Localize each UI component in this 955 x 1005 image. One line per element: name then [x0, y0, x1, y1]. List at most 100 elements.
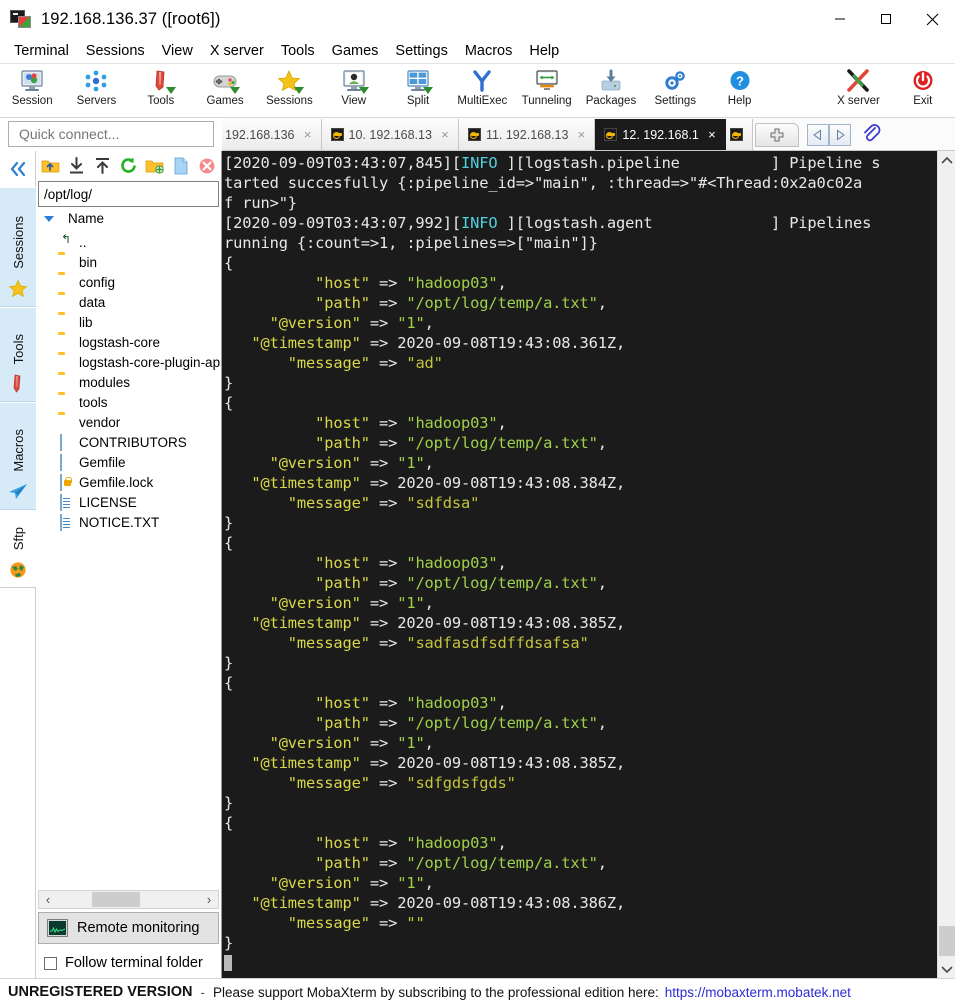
scrollbar-thumb[interactable]	[92, 892, 140, 907]
mobaxterm-link[interactable]: https://mobaxterm.mobatek.net	[665, 985, 851, 1000]
list-item[interactable]: Gemfile.lock	[36, 472, 221, 492]
remote-monitoring-button[interactable]: Remote monitoring	[38, 912, 219, 944]
tab-close-icon[interactable]: ×	[706, 127, 718, 142]
new-tab-button[interactable]	[754, 123, 799, 147]
list-item[interactable]: logstash-core	[36, 332, 221, 352]
tab-192-168-136[interactable]: 192.168.136 ×	[222, 119, 322, 150]
toolbar-help-button[interactable]: ? Help	[707, 65, 771, 117]
menu-macros[interactable]: Macros	[457, 41, 521, 61]
terminal-tab-bar: 192.168.136 × 10. 192.168.13 × 11. 192.1…	[222, 118, 955, 151]
new-file-button[interactable]	[170, 155, 191, 176]
list-item[interactable]: bin	[36, 252, 221, 272]
menu-help[interactable]: Help	[521, 41, 567, 61]
terminal-text: =>	[369, 574, 407, 592]
follow-terminal-folder-row[interactable]: Follow terminal folder	[36, 948, 221, 978]
menu-sessions[interactable]: Sessions	[78, 41, 153, 61]
ribbon-tab-sftp[interactable]: Sftp	[0, 510, 36, 588]
upload-button[interactable]	[92, 155, 113, 176]
tab-prev-button[interactable]	[806, 124, 829, 146]
attachment-button[interactable]	[861, 123, 881, 145]
menu-tools[interactable]: Tools	[273, 41, 323, 61]
sftp-horizontal-scrollbar[interactable]: ‹ ›	[38, 890, 219, 909]
ribbon-tab-sessions[interactable]: Sessions	[0, 187, 36, 307]
key-icon	[330, 128, 344, 141]
terminal-text: "hadoop03"	[406, 554, 498, 572]
toolbar-exit-button[interactable]: Exit	[891, 65, 955, 117]
tab-partial[interactable]	[725, 119, 753, 150]
list-item[interactable]: vendor	[36, 412, 221, 432]
toolbar-x-server-button[interactable]: X server	[826, 65, 890, 117]
terminal-line: "host" => "hadoop03",	[224, 693, 937, 713]
tab-close-icon[interactable]: ×	[302, 127, 314, 142]
menu-x-server[interactable]: X server	[202, 41, 272, 61]
toolbar-settings-button[interactable]: Settings	[643, 65, 707, 117]
terminal-vertical-scrollbar[interactable]	[937, 151, 955, 978]
terminal-line: "@version" => "1",	[224, 733, 937, 753]
scrollbar-thumb[interactable]	[939, 926, 955, 956]
terminal-text: "path"	[224, 574, 370, 592]
list-item[interactable]: ..	[36, 232, 221, 252]
toolbar-session-button[interactable]: Session	[0, 65, 64, 117]
list-item[interactable]: Gemfile	[36, 452, 221, 472]
sftp-column-header[interactable]: Name	[36, 207, 221, 231]
terminal-output[interactable]: [2020-09-09T03:43:07,845][INFO ][logstas…	[222, 151, 937, 978]
toolbar-multiexec-button[interactable]: MultiExec	[450, 65, 514, 117]
scroll-left-arrow[interactable]: ‹	[41, 892, 55, 907]
menu-terminal[interactable]: Terminal	[6, 41, 77, 61]
list-item[interactable]: config	[36, 272, 221, 292]
quick-connect-input[interactable]	[17, 125, 205, 143]
menu-bar: Terminal Sessions View X server Tools Ga…	[0, 38, 955, 64]
tab-10-192-168-13[interactable]: 10. 192.168.13 ×	[321, 119, 459, 150]
list-item[interactable]: LICENSE	[36, 492, 221, 512]
ribbon-tab-label: Sftp	[10, 526, 26, 550]
tab-close-icon[interactable]: ×	[575, 127, 587, 142]
refresh-button[interactable]	[118, 155, 139, 176]
toolbar-games-button[interactable]: Games	[193, 65, 257, 117]
list-item[interactable]: tools	[36, 392, 221, 412]
follow-terminal-folder-checkbox[interactable]	[44, 956, 57, 970]
toolbar-view-button[interactable]: View	[322, 65, 386, 117]
tab-12-192-168-1[interactable]: 12. 192.168.1 ×	[595, 119, 726, 150]
maximize-button[interactable]	[863, 0, 909, 38]
tab-next-button[interactable]	[828, 124, 851, 146]
download-button[interactable]	[66, 155, 87, 176]
sftp-path-row[interactable]	[38, 181, 240, 207]
terminal-text: =>	[360, 614, 398, 632]
menu-view[interactable]: View	[154, 41, 201, 61]
quick-connect-box[interactable]	[8, 121, 214, 147]
new-folder-button[interactable]	[144, 155, 165, 176]
ribbon-tab-macros[interactable]: Macros	[0, 402, 36, 510]
close-button[interactable]	[909, 0, 955, 38]
terminal-text: "@timestamp"	[224, 894, 361, 912]
sftp-path-input[interactable]	[42, 185, 223, 203]
folder-icon	[58, 315, 74, 330]
list-item[interactable]: lib	[36, 312, 221, 332]
scroll-right-arrow[interactable]: ›	[202, 892, 216, 907]
toolbar-tunneling-button[interactable]: Tunneling	[515, 65, 579, 117]
toolbar-tools-button[interactable]: Tools	[129, 65, 193, 117]
terminal-line: [2020-09-09T03:43:07,992][INFO ][logstas…	[224, 213, 937, 233]
delete-button[interactable]	[196, 155, 217, 176]
menu-games[interactable]: Games	[324, 41, 387, 61]
list-item[interactable]: modules	[36, 372, 221, 392]
minimize-button[interactable]	[817, 0, 863, 38]
toolbar-sessions-button[interactable]: Sessions	[257, 65, 321, 117]
tab-close-icon[interactable]: ×	[439, 127, 451, 142]
menu-settings[interactable]: Settings	[387, 41, 455, 61]
ribbon-collapse-button[interactable]	[0, 151, 35, 187]
terminal-line: }	[224, 933, 937, 953]
text-file-icon	[58, 493, 74, 511]
tab-11-192-168-13[interactable]: 11. 192.168.13 ×	[458, 119, 596, 150]
scroll-down-arrow[interactable]	[938, 960, 955, 978]
ribbon-tab-tools[interactable]: Tools	[0, 307, 36, 402]
scroll-up-arrow[interactable]	[938, 151, 955, 169]
toolbar-packages-button[interactable]: Packages	[579, 65, 643, 117]
list-item[interactable]: CONTRIBUTORS	[36, 432, 221, 452]
toolbar-servers-button[interactable]: Servers	[64, 65, 128, 117]
list-item[interactable]: data	[36, 292, 221, 312]
go-up-folder-button[interactable]	[40, 155, 61, 176]
toolbar-split-button[interactable]: Split	[386, 65, 450, 117]
list-item[interactable]: NOTICE.TXT	[36, 512, 221, 532]
list-item[interactable]: logstash-core-plugin-api	[36, 352, 221, 372]
toolbar-help-label: Help	[727, 95, 752, 107]
